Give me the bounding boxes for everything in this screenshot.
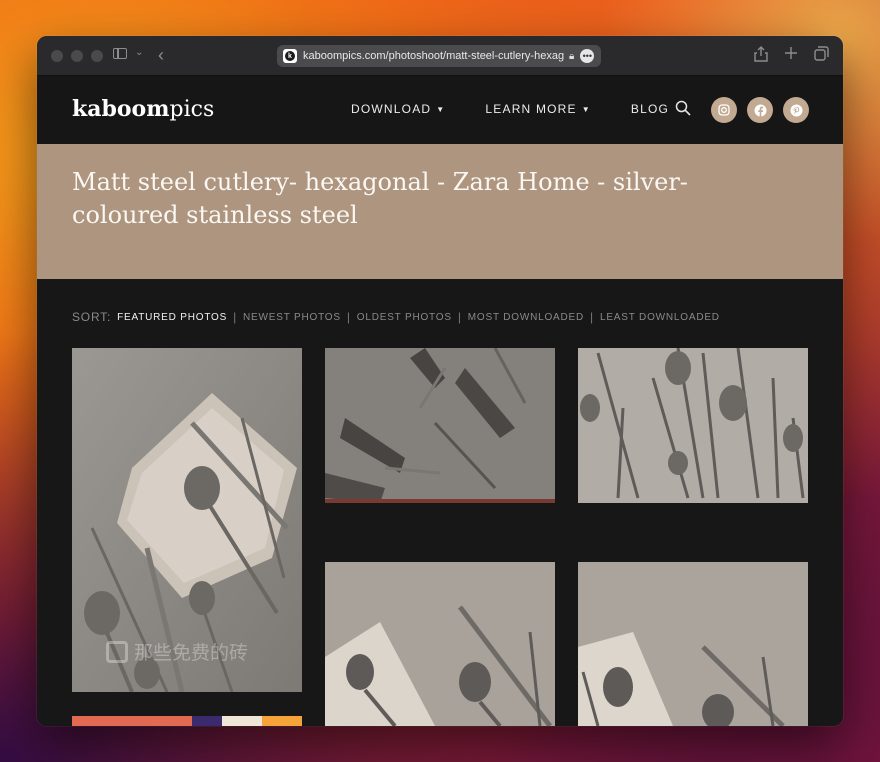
gallery-photo[interactable] [578,348,808,503]
sort-newest[interactable]: NEWEST PHOTOS [243,312,341,323]
minimize-window-button[interactable] [71,49,83,62]
nav-download[interactable]: DOWNLOAD ▼ [351,102,445,116]
nav-blog[interactable]: BLOG [631,102,669,116]
watermark-logo-icon [106,640,128,663]
sort-featured[interactable]: FEATURED PHOTOS [117,312,227,323]
gallery-photo[interactable]: 那些免费的砖 [72,348,302,692]
divider: | [590,310,594,324]
pinterest-icon[interactable] [783,97,809,123]
facebook-icon[interactable] [747,97,773,123]
sort-most-downloaded[interactable]: MOST DOWNLOADED [468,312,584,323]
gallery-photo[interactable] [578,562,808,726]
lock-icon: 🔒︎ [569,50,575,62]
browser-toolbar: ⌄ ‹ k kaboompics.com/photoshoot/matt-ste… [37,36,843,76]
tab-overview-icon[interactable] [814,46,829,61]
divider: | [346,310,351,324]
kaboompics-logo[interactable]: kaboompics [72,96,214,122]
main-nav: DOWNLOAD ▼ LEARN MORE ▼ BLOG [351,102,669,116]
watermark: 那些免费的砖 [106,638,248,665]
gallery-photo[interactable] [325,562,555,726]
sort-bar: SORT: FEATURED PHOTOS | NEWEST PHOTOS | … [72,310,720,324]
gallery-photo[interactable] [325,348,555,503]
browser-window: ⌄ ‹ k kaboompics.com/photoshoot/matt-ste… [37,36,843,726]
gallery-section: SORT: FEATURED PHOTOS | NEWEST PHOTOS | … [37,279,843,726]
share-icon[interactable] [754,46,768,62]
chevron-down-icon: ▼ [436,104,446,114]
divider: | [233,310,238,324]
sidebar-toggle-icon[interactable] [113,48,127,59]
nav-learn-more[interactable]: LEARN MORE ▼ [485,102,590,116]
chevron-down-icon[interactable]: ⌄ [135,47,143,58]
new-tab-icon[interactable] [784,46,798,60]
address-bar[interactable]: k kaboompics.com/photoshoot/matt-steel-c… [277,45,601,67]
url-text[interactable]: kaboompics.com/photoshoot/matt-steel-cut… [303,50,565,62]
toolbar-right [754,46,829,62]
back-button[interactable]: ‹ [158,45,164,66]
zoom-window-button[interactable] [91,49,103,62]
divider: | [457,310,462,324]
close-window-button[interactable] [51,49,63,62]
sort-oldest[interactable]: OLDEST PHOTOS [357,312,452,323]
chevron-down-icon: ▼ [581,104,591,114]
page-title: Matt steel cutlery- hexagonal - Zara Hom… [72,168,688,229]
sort-label: SORT: [72,310,112,324]
sort-least-downloaded[interactable]: LEAST DOWNLOADED [600,312,720,323]
photoshoot-hero: Matt steel cutlery- hexagonal - Zara Hom… [37,144,843,279]
page-menu-button[interactable]: ••• [580,49,595,63]
site-favicon-icon: k [283,49,297,63]
gallery-photo[interactable] [72,716,302,726]
search-icon[interactable] [675,100,691,116]
instagram-icon[interactable] [711,97,737,123]
window-controls [51,49,103,62]
